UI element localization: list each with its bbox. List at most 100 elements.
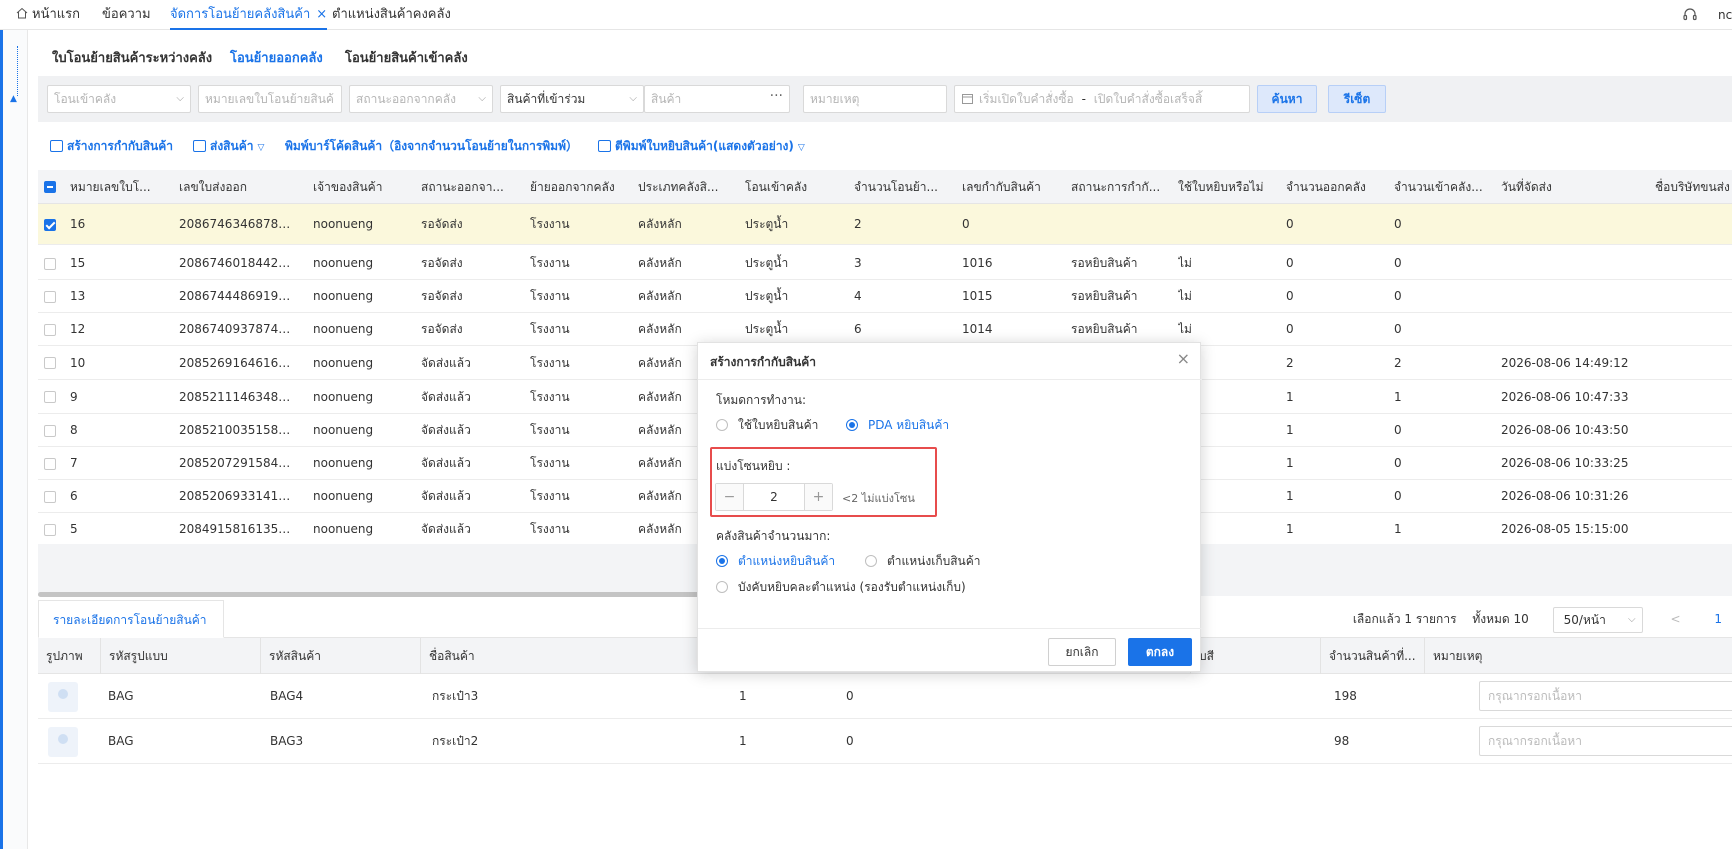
col-warehouse-type[interactable]: ประเภทคลังสิ... bbox=[638, 170, 730, 204]
increment-button[interactable]: + bbox=[804, 484, 832, 510]
row-checkbox[interactable] bbox=[44, 457, 56, 470]
headset-icon[interactable] bbox=[1682, 7, 1698, 23]
page-size-select[interactable]: 50/หน้า ⌵ bbox=[1552, 606, 1643, 633]
col-out-status[interactable]: สถานะออกจา... bbox=[421, 170, 509, 204]
decrement-button[interactable]: − bbox=[716, 484, 744, 510]
subtab-between-warehouses[interactable]: ใบโอนย้ายสินค้าระหว่างคลัง bbox=[52, 30, 212, 76]
row-checkbox[interactable] bbox=[44, 218, 56, 231]
in-qty-cell: 2 bbox=[1394, 356, 1402, 370]
to-warehouse-cell: ประตูน้ำ bbox=[745, 256, 789, 270]
zone-stepper[interactable]: − 2 + bbox=[715, 483, 833, 511]
col-out-qty[interactable]: จำนวนออกคลัง bbox=[1286, 170, 1376, 204]
product-name-cell: กระเป๋า3 bbox=[432, 689, 479, 703]
col-binding-no[interactable]: เลขกำกับสินค้า bbox=[962, 170, 1062, 204]
search-button[interactable]: ค้นหา bbox=[1257, 85, 1317, 113]
date-range-picker[interactable]: เริ่มเปิดใบคำสั่งซื้อ - เปิดใบคำสั่งซื้อ… bbox=[954, 85, 1250, 113]
col-product-name[interactable]: ชื่อสินค้า bbox=[420, 638, 475, 674]
col-transfer-no[interactable]: หมายเลขใบโ... bbox=[70, 170, 165, 204]
tab-home[interactable]: หน้าแรก bbox=[16, 0, 80, 30]
product-combo-select[interactable]: สินค้าที่เข้าร่วม ⌵ bbox=[500, 85, 644, 113]
in-warehouse-select[interactable]: โอนเข้าคลัง ⌵ bbox=[47, 85, 191, 113]
item-count-cell: 98 bbox=[1334, 734, 1350, 748]
mode-pick-list-radio[interactable]: ใช้ใบหยิบสินค้า bbox=[716, 417, 818, 433]
tab-stock-location[interactable]: ตำแหน่งสินค้าคงคลัง bbox=[332, 0, 451, 30]
transfer-no-cell: 16 bbox=[70, 217, 86, 231]
ship-button[interactable]: ส่งสินค้า ▽ bbox=[193, 134, 264, 160]
out-status-cell: รอจัดส่ง bbox=[421, 256, 463, 270]
remark-input[interactable]: กรุณากรอกเนื้อหา bbox=[1479, 681, 1732, 711]
out-qty-cell: 0 bbox=[1286, 289, 1294, 303]
user-name[interactable]: nc bbox=[1718, 0, 1732, 30]
bulk-storage-location-radio[interactable]: ตำแหน่งเก็บสินค้า bbox=[865, 553, 981, 569]
sidebar-collapse-handle[interactable]: ▲ bbox=[3, 0, 28, 849]
col-remark[interactable]: หมายเหตุ bbox=[1424, 638, 1482, 674]
remark-input[interactable]: กรุณากรอกเนื้อหา bbox=[1479, 726, 1732, 756]
subtab-transfer-in[interactable]: โอนย้ายสินค้าเข้าคลัง bbox=[345, 30, 468, 76]
out-status-cell: จัดส่งแล้ว bbox=[421, 423, 471, 437]
remark-input[interactable]: หมายเหตุ bbox=[803, 85, 947, 113]
create-binding-button[interactable]: สร้างการกำกับสินค้า bbox=[50, 134, 173, 158]
mode-pda-radio[interactable]: PDA หยิบสินค้า bbox=[846, 417, 949, 433]
print-barcode-button[interactable]: พิมพ์บาร์โค้ดสินค้า（อิงจากจำนวนโอนย้ายใน… bbox=[285, 134, 578, 158]
row-checkbox[interactable] bbox=[44, 357, 56, 369]
ok-button[interactable]: ตกลง bbox=[1128, 638, 1192, 666]
col-ship-date[interactable]: วันที่จัดส่ง bbox=[1501, 170, 1591, 204]
out-qty-cell: 1 bbox=[1286, 390, 1294, 404]
bulk-force-mixed-radio[interactable]: บังคับหยิบคละตำแหน่ง (รองรับตำแหน่งเก็บ) bbox=[716, 579, 966, 595]
row-checkbox[interactable] bbox=[44, 290, 56, 303]
col-from-warehouse[interactable]: ย้ายออกจากคลัง bbox=[530, 170, 630, 204]
col-image[interactable]: รูปภาพ bbox=[38, 638, 83, 674]
horizontal-scrollbar[interactable] bbox=[38, 592, 718, 597]
qty-cell: 1 bbox=[739, 689, 747, 703]
subtab-transfer-out[interactable]: โอนย้ายออกคลัง bbox=[230, 30, 323, 78]
from-warehouse-cell: โรงงาน bbox=[530, 289, 570, 303]
col-transfer-qty[interactable]: จำนวนโอนย้า... bbox=[854, 170, 944, 204]
page-number-1[interactable]: 1 bbox=[1714, 612, 1722, 626]
tab-messages[interactable]: ข้อความ bbox=[102, 0, 151, 30]
expand-arrow-icon[interactable]: ▲ bbox=[10, 94, 17, 104]
close-icon[interactable]: × bbox=[316, 7, 327, 22]
col-to-warehouse[interactable]: โอนเข้าคลัง bbox=[745, 170, 835, 204]
chevron-down-icon: ▽ bbox=[257, 143, 265, 153]
from-warehouse-cell: โรงงาน bbox=[530, 356, 570, 370]
bulk-pick-location-radio[interactable]: ตำแหน่งหยิบสินค้า bbox=[716, 553, 835, 569]
from-warehouse-cell: โรงงาน bbox=[530, 456, 570, 470]
table-row[interactable]: 15 208674601844207... noonueng รอจัดส่ง โรงง… bbox=[38, 247, 1732, 280]
more-icon[interactable]: ··· bbox=[770, 86, 783, 109]
row-checkbox[interactable] bbox=[44, 257, 56, 270]
col-export-no[interactable]: เลขใบส่งออก bbox=[179, 170, 279, 204]
cancel-button[interactable]: ยกเลิก bbox=[1048, 638, 1116, 666]
row-checkbox[interactable] bbox=[44, 490, 56, 503]
zone-value[interactable]: 2 bbox=[744, 484, 804, 510]
row-checkbox[interactable] bbox=[44, 523, 56, 536]
col-sku[interactable]: รหัสสินค้า bbox=[260, 638, 321, 674]
product-input[interactable]: สินค้า ··· bbox=[644, 85, 790, 113]
row-checkbox[interactable] bbox=[44, 424, 56, 437]
col-carrier[interactable]: ชื่อบริษัทขนส่ง bbox=[1655, 170, 1732, 204]
prev-page-button[interactable]: < bbox=[1670, 612, 1680, 626]
owner-cell: noonueng bbox=[313, 289, 374, 303]
remark-placeholder: หมายเหตุ bbox=[810, 92, 860, 106]
select-all-checkbox[interactable] bbox=[44, 181, 56, 193]
col-owner[interactable]: เจ้าของสินค้า bbox=[313, 170, 403, 204]
transfer-no-input[interactable]: หมายเลขใบโอนย้ายสินค้ bbox=[198, 85, 342, 113]
out-status-cell: รอจัดส่ง bbox=[421, 322, 463, 336]
export-no-cell: 208521114634899... bbox=[179, 390, 295, 404]
table-row[interactable]: 16 208674634687836... noonueng รอจัดส่ง โรงง… bbox=[38, 204, 1732, 245]
tab-transfer-detail[interactable]: รายละเอียดการโอนย้ายสินค้า bbox=[38, 600, 224, 638]
product-name-cell: กระเป๋า2 bbox=[432, 734, 479, 748]
col-style-code[interactable]: รหัสรูปแบบ bbox=[100, 638, 168, 674]
reset-button[interactable]: รีเซ็ต bbox=[1328, 85, 1386, 113]
table-row[interactable]: 13 208674448691949... noonueng รอจัดส่ง โรงง… bbox=[38, 280, 1732, 313]
col-binding-status[interactable]: สถานะการกำกั... bbox=[1071, 170, 1163, 204]
tab-transfer-management[interactable]: จัดการโอนย้ายคลังสินค้า × bbox=[170, 0, 328, 30]
col-use-pick-list[interactable]: ใช้ใบหยิบหรือไม่ bbox=[1178, 170, 1273, 204]
row-checkbox[interactable] bbox=[44, 323, 56, 336]
out-status-select[interactable]: สถานะออกจากคลัง ⌵ bbox=[349, 85, 493, 113]
print-pick-list-button[interactable]: ตีพิมพ์ใบหยิบสินค้า(แสดงตัวอย่าง) ▽ bbox=[598, 134, 805, 160]
col-item-count[interactable]: จำนวนสินค้าที่... bbox=[1320, 638, 1416, 674]
row-checkbox[interactable] bbox=[44, 391, 56, 403]
warehouse-type-cell: คลังหลัก bbox=[638, 256, 682, 270]
close-icon[interactable]: × bbox=[1177, 349, 1190, 368]
col-in-qty[interactable]: จำนวนเข้าคลัง... bbox=[1394, 170, 1484, 204]
